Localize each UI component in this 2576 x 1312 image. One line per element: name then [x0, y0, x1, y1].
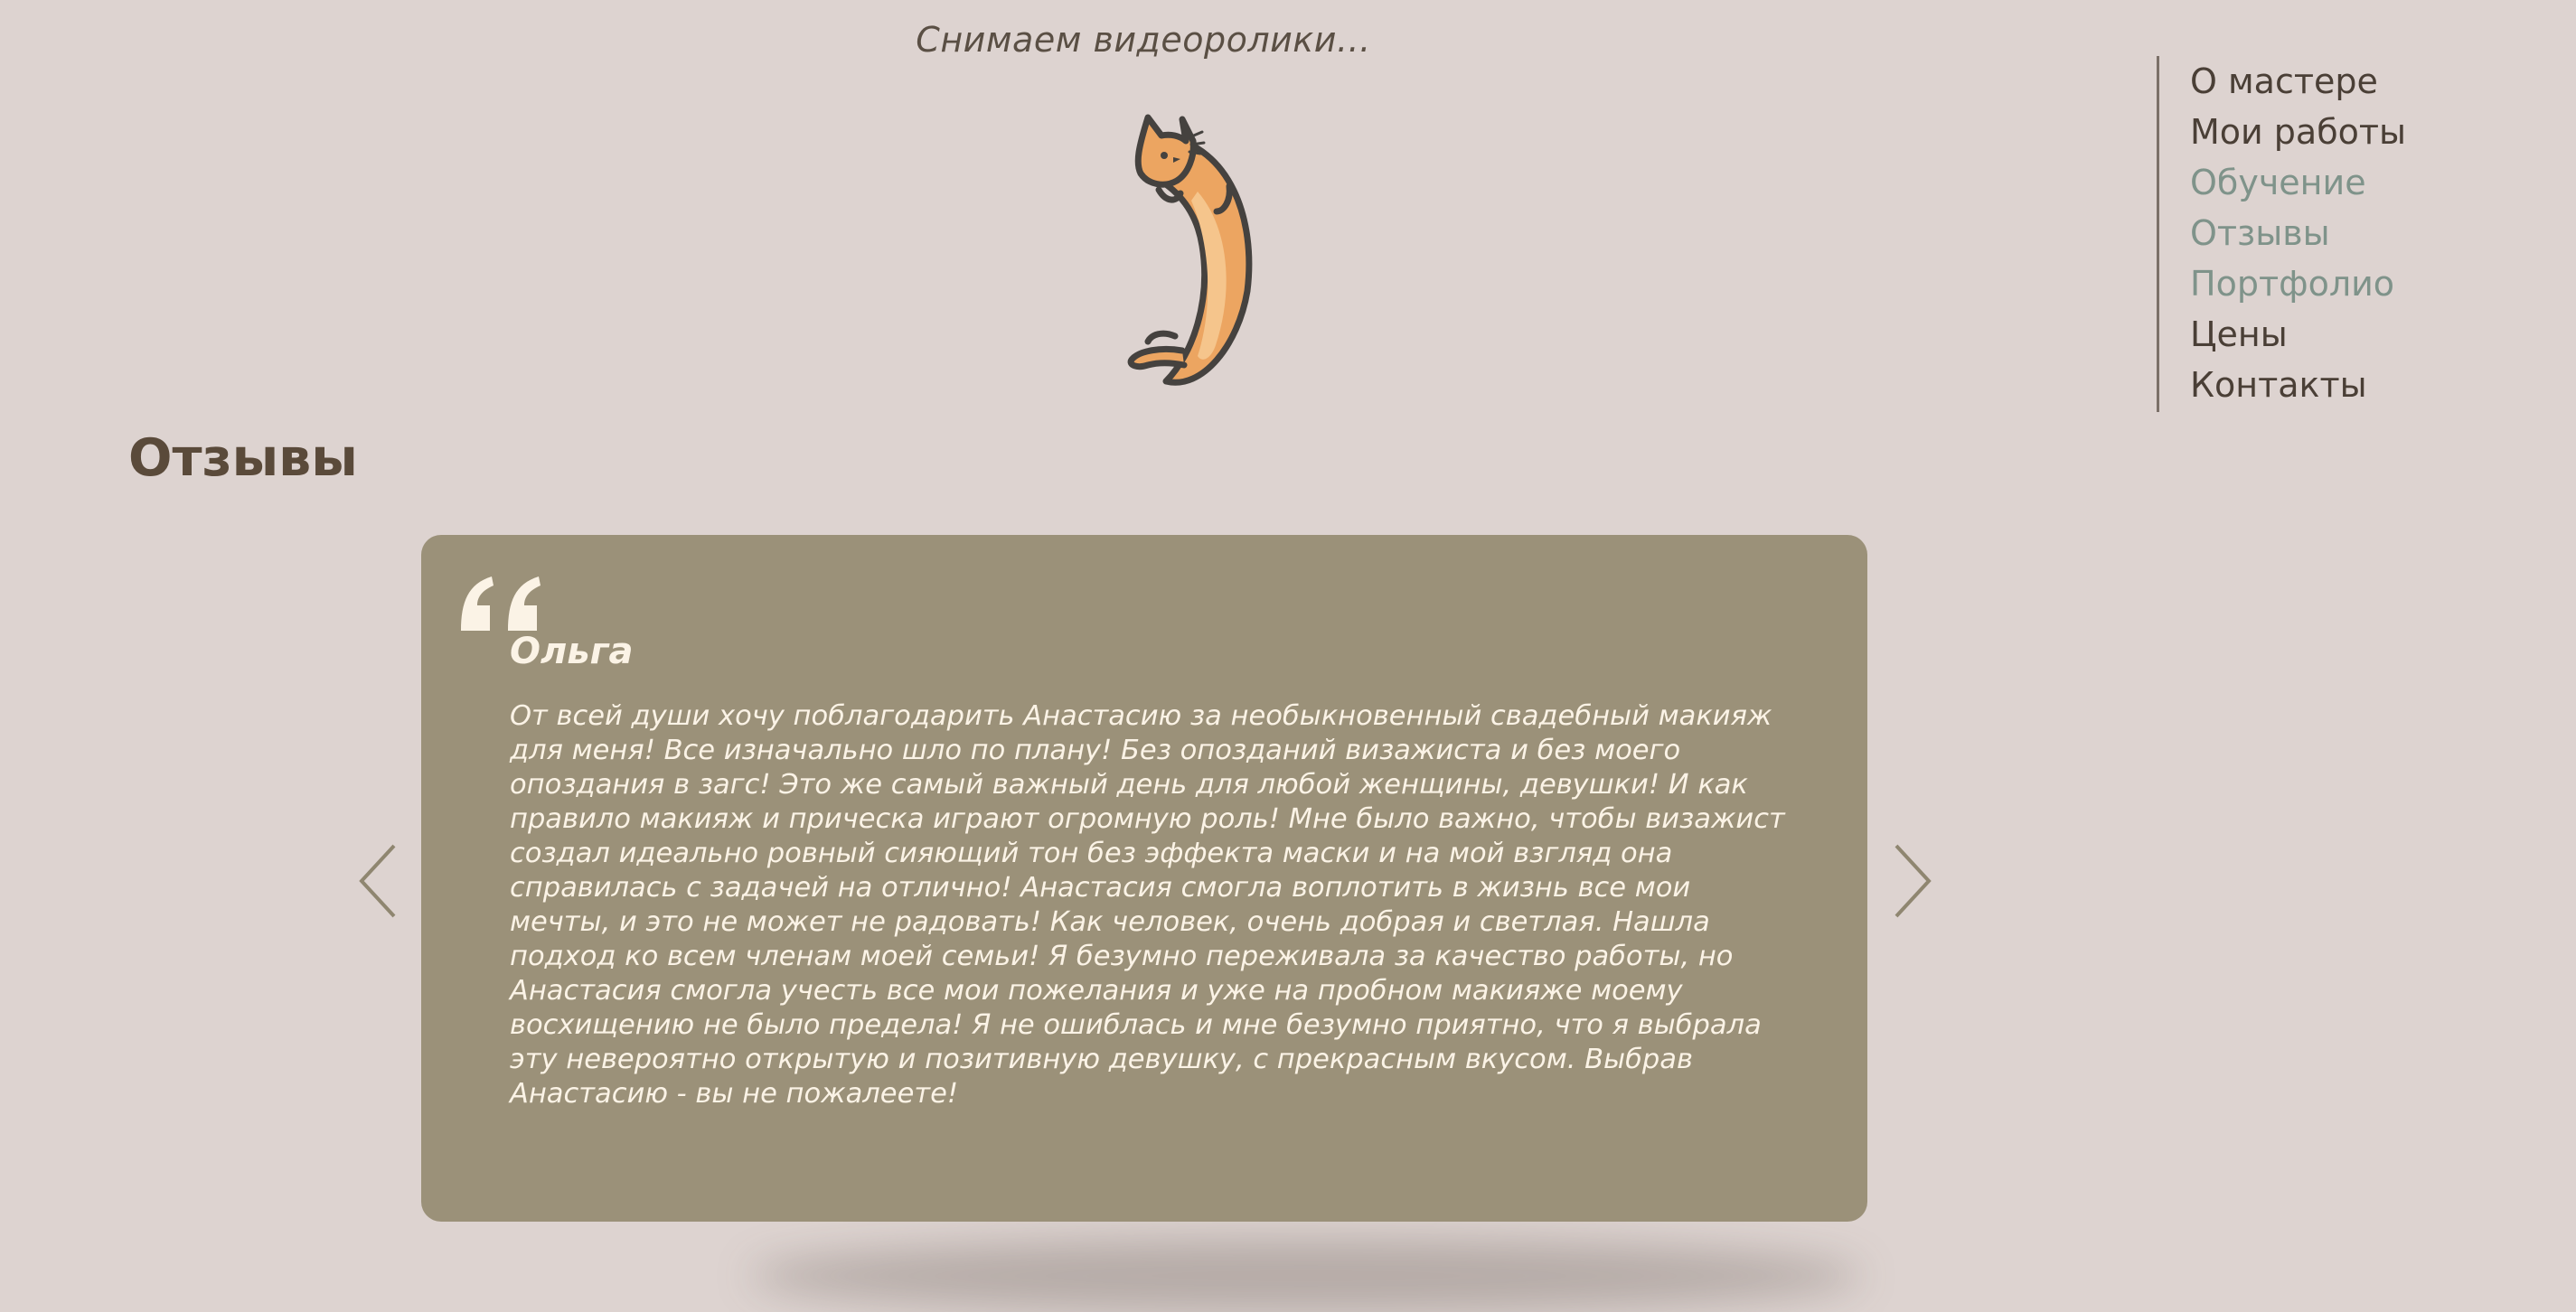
chevron-left-icon[interactable] — [354, 840, 400, 922]
cat-spinner-icon — [1127, 114, 1253, 386]
section-title: Отзывы — [128, 428, 358, 488]
card-shadow — [750, 1240, 1862, 1312]
review-card: Ольга От всей души хочу поблагодарить Ан… — [421, 535, 1867, 1222]
main-nav: О мастере Мои работы Обучение Отзывы Портфол… — [2157, 56, 2406, 412]
quote-icon — [461, 576, 541, 631]
nav-item[interactable]: Контакты — [2190, 360, 2406, 410]
nav-item[interactable]: Обучение — [2190, 157, 2406, 208]
nav-item[interactable]: Мои работы — [2190, 107, 2406, 157]
loading-caption: Снимаем видеоролики... — [916, 20, 1371, 60]
chevron-right-icon[interactable] — [1891, 840, 1936, 922]
nav-item[interactable]: Отзывы — [2190, 208, 2406, 258]
review-author: Ольга — [510, 631, 634, 672]
nav-item[interactable]: Портфолио — [2190, 258, 2406, 309]
review-text: От всей души хочу поблагодарить Анастаси… — [510, 700, 1785, 1110]
nav-item[interactable]: Цены — [2190, 309, 2406, 360]
nav-item[interactable]: О мастере — [2190, 56, 2406, 107]
